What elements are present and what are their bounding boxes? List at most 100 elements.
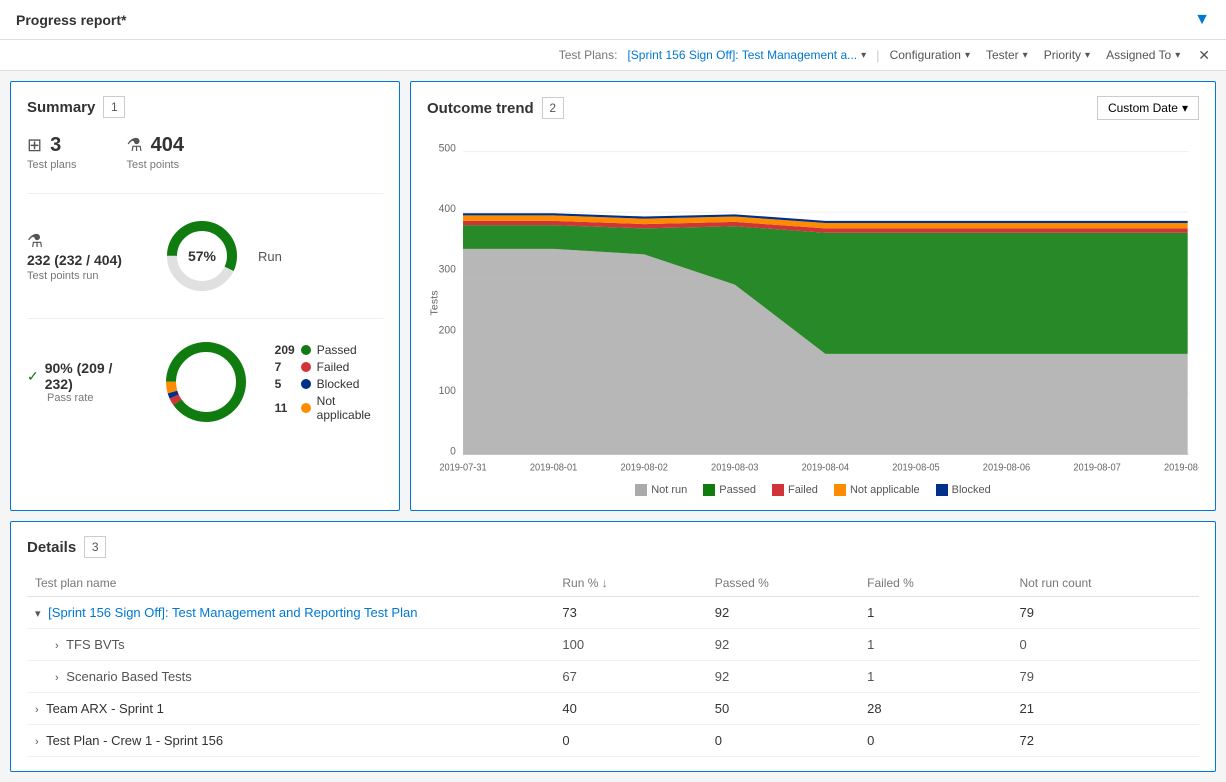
expand-row4[interactable]: › (35, 704, 39, 716)
svg-text:2019-08-08: 2019-08-08 (1164, 462, 1199, 473)
run-icon: ⚗ (27, 231, 122, 252)
table-head: Test plan name Run % ↓ Passed % Failed %… (27, 570, 1199, 597)
outcome-header: Outcome trend 2 Custom Date ▾ (427, 96, 1199, 120)
assigned-to-filter[interactable]: Assigned To ▾ (1100, 46, 1186, 64)
top-row: Summary 1 ⊞ 3 Test plans ⚗ 404 (10, 81, 1216, 511)
summary-badge: 1 (103, 96, 125, 118)
not-applicable-chart-box (834, 484, 846, 496)
blocked-chart-box (936, 484, 948, 496)
configuration-label: Configuration (890, 48, 961, 62)
row2-name-text: TFS BVTs (66, 637, 125, 652)
svg-text:2019-08-04: 2019-08-04 (802, 462, 849, 473)
table-row: ▾ [Sprint 156 Sign Off]: Test Management… (27, 597, 1199, 629)
test-points-metric: ⚗ 404 Test points (127, 134, 185, 171)
outcome-trend-panel: Outcome trend 2 Custom Date ▾ 500 400 30… (410, 81, 1216, 511)
test-points-run-section: ⚗ 232 (232 / 404) Test points run (27, 208, 383, 304)
row4-passed: 50 (707, 693, 859, 725)
filter-bar: Test Plans: [Sprint 156 Sign Off]: Test … (0, 40, 1226, 71)
legend-not-applicable-chart: Not applicable (834, 484, 920, 496)
svg-text:500: 500 (439, 142, 456, 154)
expand-row5[interactable]: › (35, 736, 39, 748)
test-plans-metric: ⊞ 3 Test plans (27, 134, 77, 171)
configuration-chevron: ▾ (965, 50, 970, 61)
priority-filter[interactable]: Priority ▾ (1038, 46, 1096, 64)
svg-text:2019-08-05: 2019-08-05 (892, 462, 939, 473)
col-header-failed: Failed % (859, 570, 1011, 597)
test-plans-label: Test plans (27, 159, 77, 171)
svg-text:2019-08-02: 2019-08-02 (620, 462, 667, 473)
row5-failed: 0 (859, 725, 1011, 757)
col-header-not-run: Not run count (1011, 570, 1199, 597)
test-plans-chevron: ▾ (861, 50, 866, 61)
details-header: Details 3 (27, 536, 1199, 558)
run-text-label: Run (258, 249, 282, 264)
passed-count: 209 (275, 343, 295, 357)
not-run-text: Not run (651, 484, 687, 496)
row3-passed: 92 (707, 661, 859, 693)
passed-dot (301, 345, 311, 355)
pass-rate-section: ✓ 90% (209 / 232) Pass rate (27, 333, 383, 431)
row5-passed: 0 (707, 725, 859, 757)
run-donut-container: 57% Run (162, 216, 282, 296)
custom-date-button[interactable]: Custom Date ▾ (1097, 96, 1199, 120)
passed-chart-box (703, 484, 715, 496)
test-plans-filter[interactable]: [Sprint 156 Sign Off]: Test Management a… (621, 46, 872, 64)
not-run-box (635, 484, 647, 496)
filter-icon[interactable]: ▼ (1194, 11, 1210, 29)
assigned-to-label: Assigned To (1106, 48, 1171, 62)
row5-not-run: 72 (1011, 725, 1199, 757)
filter-close-button[interactable]: ✕ (1198, 47, 1210, 64)
chart-area: 500 400 300 200 100 0 Tests (427, 130, 1199, 476)
table-row: › Test Plan - Crew 1 - Sprint 156 0 0 0 … (27, 725, 1199, 757)
legend-not-run: Not run (635, 484, 687, 496)
table-row: › Team ARX - Sprint 1 40 50 28 21 (27, 693, 1199, 725)
details-title: Details (27, 539, 76, 556)
legend-failed-chart: Failed (772, 484, 818, 496)
details-table: Test plan name Run % ↓ Passed % Failed %… (27, 570, 1199, 757)
legend-not-applicable: 11 Not applicable (275, 394, 383, 422)
passed-label: Passed (317, 343, 357, 357)
summary-title: Summary (27, 99, 95, 116)
row1-not-run: 79 (1011, 597, 1199, 629)
pass-rate-left: ✓ 90% (209 / 232) Pass rate (27, 360, 135, 404)
blocked-count: 5 (275, 377, 295, 391)
failed-label: Failed (317, 360, 350, 374)
failed-count: 7 (275, 360, 295, 374)
row4-not-run: 21 (1011, 693, 1199, 725)
svg-text:2019-08-06: 2019-08-06 (983, 462, 1030, 473)
not-applicable-chart-text: Not applicable (850, 484, 920, 496)
not-applicable-label: Not applicable (317, 394, 383, 422)
expand-row3[interactable]: › (55, 672, 59, 684)
priority-label: Priority (1044, 48, 1081, 62)
legend-blocked-chart: Blocked (936, 484, 991, 496)
expand-row1[interactable]: ▾ (35, 607, 41, 620)
not-applicable-count: 11 (275, 401, 295, 415)
row5-name-text: Test Plan - Crew 1 - Sprint 156 (46, 733, 223, 748)
assigned-to-chevron: ▾ (1175, 50, 1180, 61)
expand-row2[interactable]: › (55, 640, 59, 652)
failed-chart-text: Failed (788, 484, 818, 496)
pass-donut-wrap (161, 337, 251, 427)
tester-chevron: ▾ (1023, 50, 1028, 61)
row3-name-text: Scenario Based Tests (66, 669, 192, 684)
col-header-run: Run % ↓ (554, 570, 706, 597)
table-body: ▾ [Sprint 156 Sign Off]: Test Management… (27, 597, 1199, 757)
blocked-label: Blocked (317, 377, 360, 391)
row1-name-link[interactable]: [Sprint 156 Sign Off]: Test Management a… (48, 605, 417, 620)
row4-name: › Team ARX - Sprint 1 (27, 693, 554, 725)
custom-date-chevron: ▾ (1182, 101, 1188, 115)
test-points-count: 404 (151, 134, 184, 157)
outcome-title: Outcome trend (427, 100, 534, 117)
tester-filter[interactable]: Tester ▾ (980, 46, 1034, 64)
pass-rate-legend: 209 Passed 7 Failed 5 Blocked (275, 343, 383, 422)
not-applicable-dot (301, 403, 311, 413)
tester-label: Tester (986, 48, 1019, 62)
configuration-filter[interactable]: Configuration ▾ (884, 46, 976, 64)
outcome-badge: 2 (542, 97, 564, 119)
row2-name: › TFS BVTs (27, 629, 554, 661)
details-panel: Details 3 Test plan name Run % ↓ Passed … (10, 521, 1216, 772)
custom-date-label: Custom Date (1108, 101, 1178, 115)
pass-rate-value: 90% (209 / 232) (45, 360, 135, 392)
row1-name: ▾ [Sprint 156 Sign Off]: Test Management… (27, 597, 554, 629)
divider2 (27, 318, 383, 319)
